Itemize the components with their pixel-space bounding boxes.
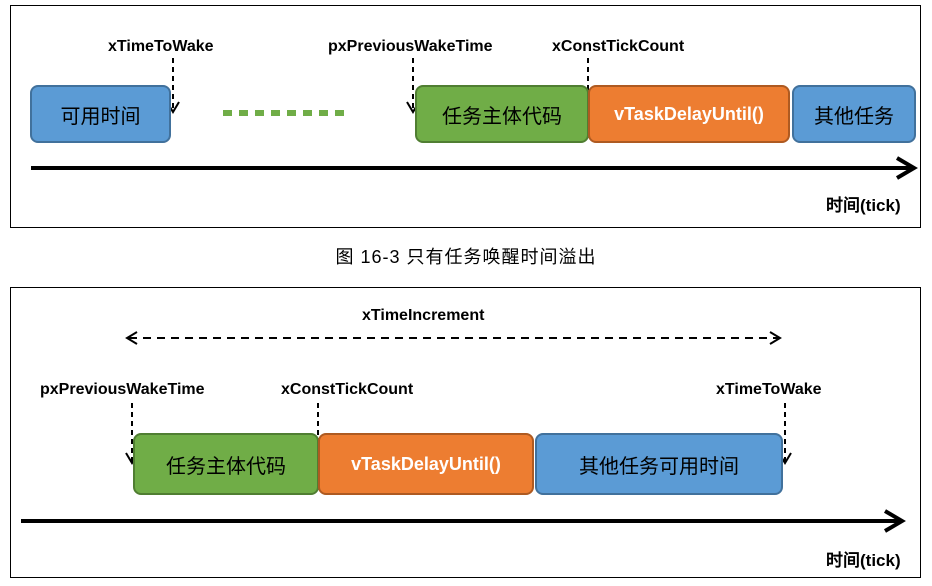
previous-wake-time-label: pxPreviousWakeTime [40,381,205,398]
time-to-wake-label: xTimeToWake [716,381,822,398]
other-tasks-box: 其他任务 [792,85,916,143]
top-timeline-panel: xTimeToWake pxPreviousWakeTime xConstTic… [10,5,921,228]
time-to-wake-label: xTimeToWake [108,38,214,55]
delay-until-box: vTaskDelayUntil() [318,433,534,495]
figure-caption: 图 16-3 只有任务唤醒时间溢出 [335,247,597,267]
previous-wake-time-label: pxPreviousWakeTime [328,38,493,55]
bottom-panel-arrows [21,331,906,533]
const-tick-count-label: xConstTickCount [281,381,414,398]
task-body-box: 任务主体代码 [133,433,319,495]
const-tick-count-label: xConstTickCount [552,38,685,55]
time-increment-label: xTimeIncrement [362,307,485,324]
delay-until-box: vTaskDelayUntil() [588,85,790,143]
bottom-timeline-panel: xTimeIncrement pxPreviousWakeTime xConst… [10,287,921,578]
other-tasks-available-box: 其他任务可用时间 [535,433,783,495]
time-axis-label: 时间(tick) [826,196,901,215]
task-body-box: 任务主体代码 [415,85,589,143]
available-time-box: 可用时间 [30,85,171,143]
time-axis-label: 时间(tick) [826,551,901,570]
